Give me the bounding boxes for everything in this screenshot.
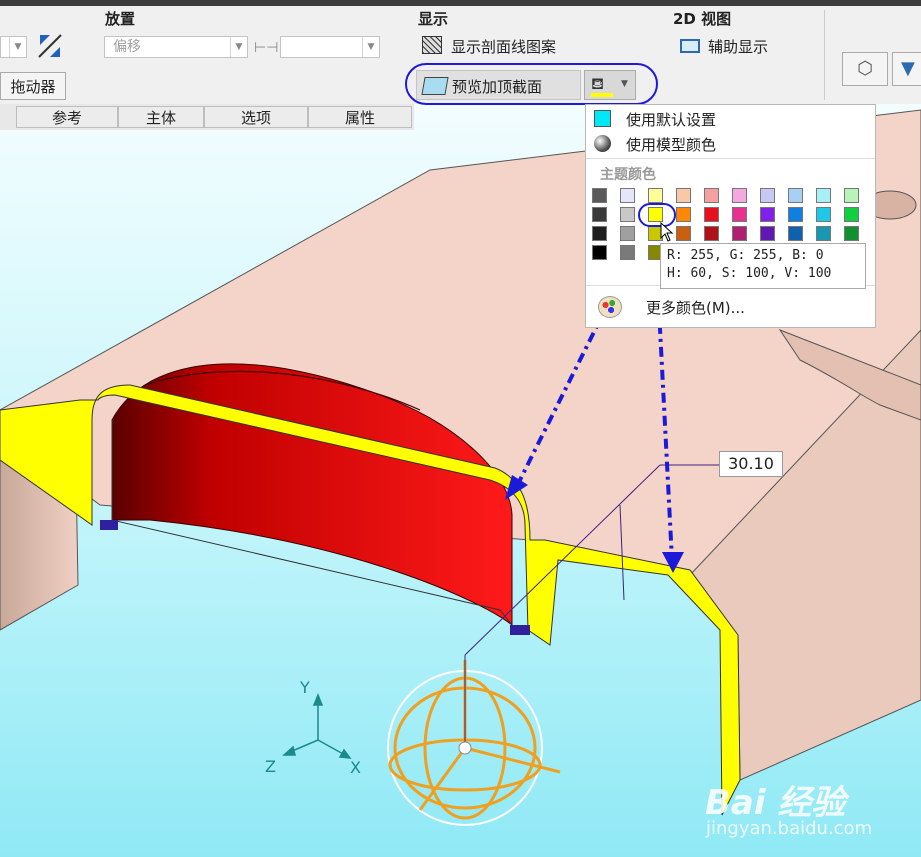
aux-display-button[interactable]: 辅助显示 xyxy=(708,36,768,57)
chevron-down-icon: ▼ xyxy=(621,79,628,89)
color-swatch[interactable] xyxy=(760,188,775,203)
color-swatch[interactable] xyxy=(676,226,691,241)
tooltip-hsv: H: 60, S: 100, V: 100 xyxy=(667,266,832,281)
flip-direction-icon[interactable] xyxy=(36,32,64,60)
color-swatch[interactable] xyxy=(592,245,607,260)
color-dropdown: 使用默认设置 使用模型颜色 主题颜色 更多颜色(M)... xyxy=(585,104,876,328)
tab-options[interactable]: 选项 xyxy=(204,106,308,128)
ribbon: ▼ 拖动器 放置 偏移 ▼ ⊢⊣ ▼ 显示 显示剖面线图案 预览加顶截面 ⛾ ▼ … xyxy=(0,6,921,105)
tab-body[interactable]: 主体 xyxy=(118,106,204,128)
color-swatch[interactable] xyxy=(732,188,747,203)
drag-button[interactable]: 拖动器 xyxy=(0,72,66,100)
view-orient-button[interactable]: ▼ xyxy=(892,52,921,86)
menu-item-model-color[interactable]: 使用模型颜色 xyxy=(586,132,875,156)
preview-cap-label: 预览加顶截面 xyxy=(452,78,543,96)
tab-references[interactable]: 参考 xyxy=(16,106,118,128)
color-swatch[interactable] xyxy=(620,226,635,241)
show-hatch-button[interactable]: 显示剖面线图案 xyxy=(451,36,556,57)
aux-display-icon xyxy=(680,39,700,53)
color-swatch[interactable] xyxy=(620,188,635,203)
distance-icon: ⊢⊣ xyxy=(254,40,279,56)
color-swatch[interactable] xyxy=(704,207,719,222)
dimension-value[interactable]: 30.10 xyxy=(719,451,783,477)
preview-cap-button[interactable]: 预览加顶截面 xyxy=(416,70,581,100)
depth-combo[interactable]: ▼ xyxy=(0,36,27,58)
color-swatch[interactable] xyxy=(620,207,635,222)
model-color-label: 使用模型颜色 xyxy=(626,136,717,154)
offset-placeholder: 偏移 xyxy=(113,39,141,55)
color-swatch[interactable] xyxy=(704,226,719,241)
color-swatch[interactable] xyxy=(788,226,803,241)
watermark-url: jingyan.baidu.com xyxy=(706,818,873,839)
color-tooltip: R: 255, G: 255, B: 0 H: 60, S: 100, V: 1… xyxy=(660,243,866,289)
theme-colors-title: 主题颜色 xyxy=(600,167,656,183)
color-swatch[interactable] xyxy=(844,226,859,241)
menu-separator xyxy=(586,158,875,159)
placement-group-title: 放置 xyxy=(105,10,136,28)
cap-preview-icon xyxy=(421,77,449,95)
sphere-icon xyxy=(594,135,611,152)
color-swatch[interactable] xyxy=(816,188,831,203)
color-swatch[interactable] xyxy=(676,207,691,222)
color-swatch[interactable] xyxy=(788,207,803,222)
hatch-pattern-icon xyxy=(422,36,442,54)
color-swatch[interactable] xyxy=(592,188,607,203)
ribbon-separator xyxy=(824,10,825,100)
color-swatch[interactable] xyxy=(844,188,859,203)
display-group-title: 显示 xyxy=(418,10,449,28)
chevron-down-icon: ▼ xyxy=(362,37,379,57)
palette-icon xyxy=(598,296,622,318)
axis-z-label: Z xyxy=(265,757,276,776)
menu-item-more-colors[interactable]: 更多颜色(M)... xyxy=(586,294,875,320)
color-swatch[interactable] xyxy=(844,207,859,222)
color-swatch[interactable] xyxy=(732,207,747,222)
tooltip-rgb: R: 255, G: 255, B: 0 xyxy=(667,248,824,263)
more-colors-label: 更多颜色(M)... xyxy=(646,299,745,317)
color-swatch[interactable] xyxy=(816,207,831,222)
menu-item-default[interactable]: 使用默认设置 xyxy=(586,107,875,131)
axis-y-label: Y xyxy=(300,678,310,697)
tab-properties[interactable]: 属性 xyxy=(308,106,412,128)
cap-marker-left xyxy=(100,520,118,530)
color-swatch[interactable] xyxy=(816,226,831,241)
color-swatch[interactable] xyxy=(704,188,719,203)
view-cube-button[interactable]: ⬡ xyxy=(842,52,888,86)
color-swatch[interactable] xyxy=(648,188,663,203)
color-swatch[interactable] xyxy=(760,226,775,241)
cyan-square-icon xyxy=(594,110,611,127)
offset-combo[interactable]: 偏移 ▼ xyxy=(104,36,248,58)
selected-color-bar xyxy=(591,93,613,97)
cap-color-button[interactable]: ⛾ ▼ xyxy=(584,70,636,100)
view2d-group-title: 2D 视图 xyxy=(673,10,732,28)
default-label: 使用默认设置 xyxy=(626,111,717,129)
color-swatch[interactable] xyxy=(788,188,803,203)
color-swatch[interactable] xyxy=(592,226,607,241)
chevron-down-icon: ▼ xyxy=(230,37,247,57)
axis-x-label: X xyxy=(350,758,361,777)
color-swatch[interactable] xyxy=(592,207,607,222)
color-swatch[interactable] xyxy=(676,188,691,203)
distance-combo[interactable]: ▼ xyxy=(280,36,380,58)
color-swatch[interactable] xyxy=(760,207,775,222)
paint-bucket-icon: ⛾ xyxy=(591,74,605,93)
watermark-brand: Bai 经验 xyxy=(705,783,846,823)
panel-tabs: 参考 主体 选项 属性 xyxy=(0,104,414,130)
cap-marker-right xyxy=(510,625,530,635)
color-swatch[interactable] xyxy=(620,245,635,260)
chevron-down-icon: ▼ xyxy=(9,37,26,57)
color-swatch[interactable] xyxy=(732,226,747,241)
